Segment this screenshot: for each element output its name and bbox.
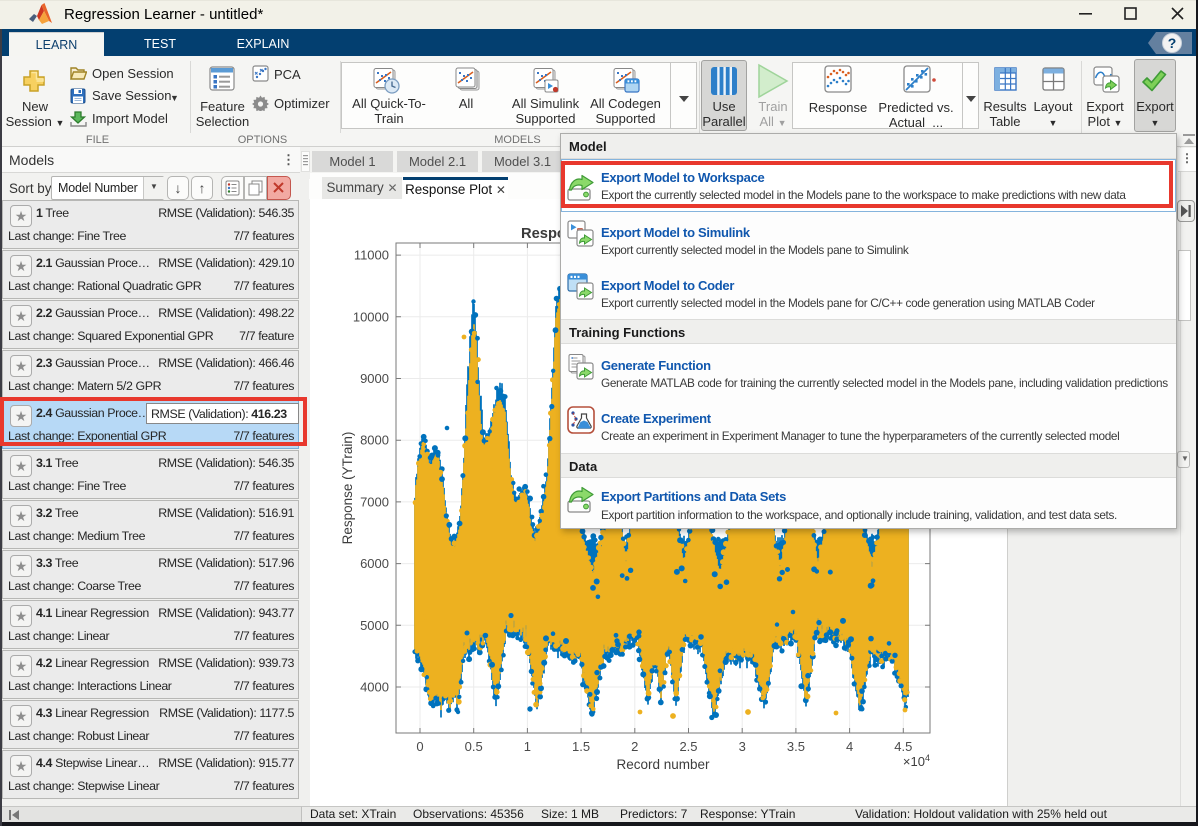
svg-text:10000: 10000	[353, 309, 389, 324]
svg-text:4.5: 4.5	[894, 739, 912, 754]
svg-text:8000: 8000	[360, 433, 389, 448]
svg-text:×104: ×104	[903, 753, 930, 769]
svg-text:4: 4	[846, 739, 853, 754]
svg-text:Response (YTrain): Response (YTrain)	[340, 432, 355, 545]
svg-text:3.5: 3.5	[787, 739, 805, 754]
svg-text:0: 0	[416, 739, 423, 754]
svg-text:6000: 6000	[360, 556, 389, 571]
svg-text:1.5: 1.5	[572, 739, 590, 754]
svg-text:0.5: 0.5	[465, 739, 483, 754]
svg-text:11000: 11000	[354, 248, 389, 263]
svg-text:7000: 7000	[360, 494, 389, 509]
svg-text:?: ?	[1168, 35, 1177, 51]
svg-text:5000: 5000	[360, 618, 389, 633]
svg-text:3: 3	[739, 739, 746, 754]
svg-text:2.5: 2.5	[679, 739, 697, 754]
svg-text:Record number: Record number	[616, 757, 710, 772]
svg-text:4000: 4000	[360, 680, 389, 695]
svg-text:2: 2	[631, 739, 638, 754]
svg-text:9000: 9000	[360, 371, 389, 386]
svg-text:1: 1	[524, 739, 531, 754]
